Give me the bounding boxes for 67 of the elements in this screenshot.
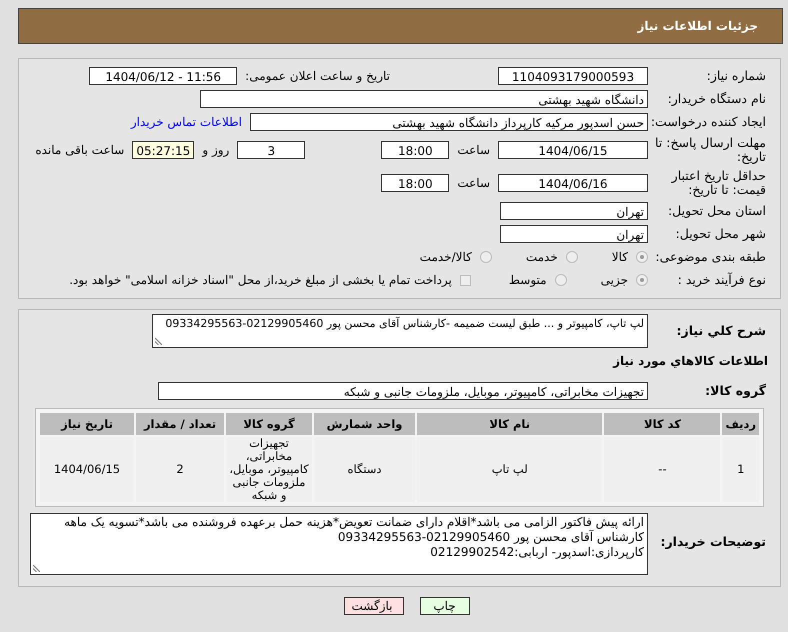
field-label: نوع فرآیند خرید : bbox=[676, 273, 767, 287]
field-label: مهلت ارسال پاسخ: تا تاریخ: bbox=[654, 136, 767, 164]
radio-button[interactable] bbox=[636, 251, 648, 263]
section-heading: اطلاعات كالاهاي مورد نياز bbox=[612, 354, 769, 368]
resize-grip-icon[interactable] bbox=[33, 565, 40, 572]
print-button[interactable]: چاپ bbox=[420, 597, 470, 615]
input-field[interactable]: 05:27:15 bbox=[132, 141, 194, 159]
table-cell: دستگاه bbox=[314, 437, 415, 502]
table-cell: -- bbox=[604, 437, 720, 502]
field-value: ارائه پیش فاکتور الزامی می باشد*اقلام دارای ضمانت تعویض*هزینه حمل برعهده فروشنده می باشد*تسویه یک ماهه کارشناس آقای محسن پور 02129905460-09334295563 کارپردازی:اسدپور- اربابی:02129902542 bbox=[63, 515, 644, 560]
table-cell: تجهیزات مخابراتی، کامپیوتر، موبایل، ملزومات جانبی و شبکه bbox=[226, 437, 312, 502]
field-label: ساعت bbox=[457, 176, 490, 190]
field-label: حداقل تاریخ اعتبار قیمت: تا تاریخ: bbox=[670, 169, 767, 197]
field-label: ساعت bbox=[457, 143, 490, 157]
field-label: شهر محل تحویل: bbox=[674, 227, 767, 241]
field-label: طبقه بندی موضوعی: bbox=[654, 250, 767, 264]
field-label: گروه کالا: bbox=[704, 384, 767, 398]
field-label: تاریخ و ساعت اعلان عمومی: bbox=[245, 69, 390, 83]
field-label: توضیحات خریدار: bbox=[659, 533, 767, 549]
table-cell: 1 bbox=[722, 437, 759, 502]
field-label: ساعت باقی مانده bbox=[35, 143, 124, 157]
description-field[interactable]: لپ تاپ، کامپیوتر و ... طبق لیست ضمیمه -کارشناس آقای محسن پور 02129905460-09334295563 bbox=[152, 314, 648, 348]
resize-grip-icon[interactable] bbox=[155, 338, 162, 345]
field-label: ایجاد کننده درخواست: bbox=[650, 115, 767, 129]
back-button[interactable]: بازگشت bbox=[344, 597, 404, 615]
input-field[interactable]: 1404/06/12 - 11:56 bbox=[89, 67, 238, 85]
input-field[interactable]: 18:00 bbox=[381, 174, 450, 192]
radio-button[interactable] bbox=[566, 251, 578, 263]
radio-button[interactable] bbox=[554, 274, 567, 286]
column-header: نام کالا bbox=[417, 413, 602, 435]
field-label: استان محل تحویل: bbox=[666, 204, 767, 218]
input-field[interactable]: تهران bbox=[500, 225, 648, 243]
field-label: پرداخت تمام یا بخشی از مبلغ خرید،از محل "اسناد خزانه اسلامی" خواهد بود. bbox=[69, 273, 452, 287]
input-field[interactable]: 1104093179000593 bbox=[498, 67, 648, 85]
page-title: جزئیات اطلاعات نیاز bbox=[637, 19, 758, 33]
checkbox[interactable] bbox=[460, 274, 471, 286]
field-value: لپ تاپ، کامپیوتر و ... طبق لیست ضمیمه -کارشناس آقای محسن پور 02129905460-09334295563 bbox=[165, 317, 644, 330]
field-label: خدمت bbox=[526, 250, 558, 264]
field-label: متوسط bbox=[508, 273, 547, 287]
input-field[interactable]: دانشگاه شهید بهشتی bbox=[200, 90, 648, 108]
column-header: واحد شمارش bbox=[314, 413, 415, 435]
input-field[interactable]: 1404/06/15 bbox=[498, 141, 648, 159]
table-cell: لپ تاپ bbox=[417, 437, 602, 502]
column-header: گروه کالا bbox=[226, 413, 312, 435]
input-field[interactable]: تجهیزات مخابراتی، کامپیوتر، موبایل، ملزومات جانبی و شبکه bbox=[158, 382, 648, 400]
column-header: تاریخ نیاز bbox=[40, 413, 134, 435]
contact-link[interactable]: اطلاعات تماس خریدار bbox=[130, 115, 242, 129]
field-label: شرح کلي نياز: bbox=[676, 324, 767, 338]
table-cell: 2 bbox=[136, 437, 224, 502]
input-field[interactable]: تهران bbox=[500, 202, 648, 220]
table-cell: 1404/06/15 bbox=[40, 437, 134, 502]
column-header: تعداد / مقدار bbox=[136, 413, 224, 435]
field-label: نام دستگاه خریدار: bbox=[666, 92, 767, 106]
input-field[interactable]: 18:00 bbox=[381, 141, 450, 159]
field-label: شماره نیاز: bbox=[706, 69, 767, 83]
radio-button[interactable] bbox=[636, 274, 648, 286]
input-field[interactable]: 3 bbox=[237, 141, 306, 159]
field-label: کالا/خدمت bbox=[420, 250, 472, 264]
column-header: ردیف bbox=[722, 413, 759, 435]
field-label: جزیی bbox=[600, 273, 628, 287]
input-field[interactable]: 1404/06/16 bbox=[498, 174, 648, 192]
radio-button[interactable] bbox=[480, 251, 492, 263]
field-label: کالا bbox=[612, 250, 628, 264]
input-field[interactable]: حسن اسدپور مرکیه کارپرداز دانشگاه شهید بهشتی bbox=[250, 113, 648, 131]
field-label: روز و bbox=[202, 143, 230, 157]
notes-field[interactable]: ارائه پیش فاکتور الزامی می باشد*اقلام دارای ضمانت تعویض*هزینه حمل برعهده فروشنده می باشد*تسویه یک ماهه کارشناس آقای محسن پور 02129905460-09334295563 کارپردازی:اسدپور- اربابی:02129902542 bbox=[30, 513, 648, 575]
column-header: کد کالا bbox=[604, 413, 720, 435]
